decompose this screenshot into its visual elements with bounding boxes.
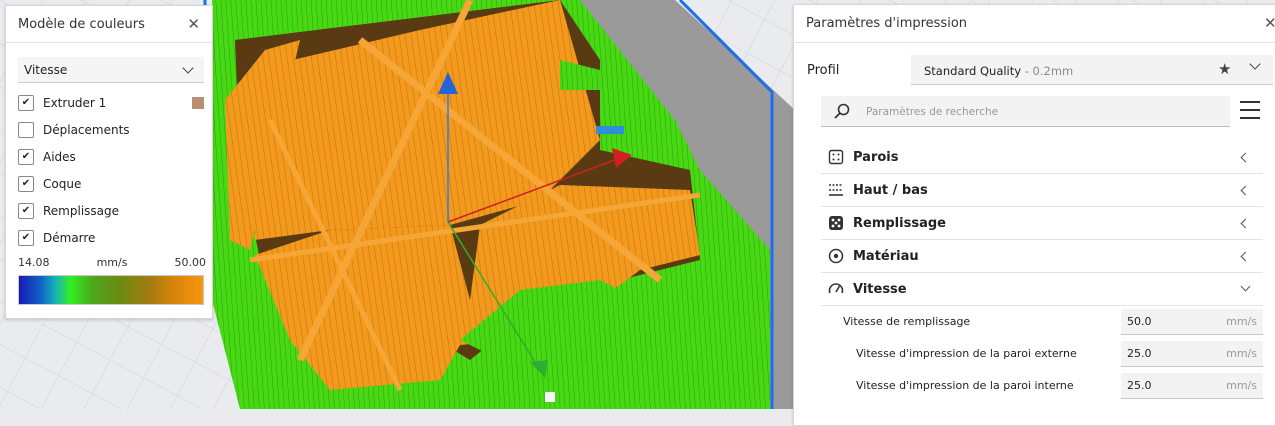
category-infill[interactable]: Remplissage bbox=[821, 207, 1263, 240]
legend-item-label: Démarre bbox=[43, 230, 96, 245]
chevron-down-icon bbox=[1249, 58, 1261, 70]
infill-icon bbox=[829, 216, 843, 230]
legend-item-label: Extruder 1 bbox=[43, 95, 107, 110]
setting-infill-speed: Vitesse de remplissage 50.0 mm/s bbox=[821, 306, 1263, 338]
chevron-down-icon bbox=[1240, 281, 1251, 292]
checkbox-shell[interactable]: ✔ bbox=[18, 175, 34, 192]
profile-dropdown[interactable]: Standard Quality - 0.2mm ★ bbox=[911, 55, 1273, 85]
color-scheme-legend: ✔ Extruder 1 Déplacements ✔ Aides ✔ Coqu… bbox=[18, 89, 206, 251]
chevron-left-icon bbox=[1240, 185, 1251, 196]
print-settings-panel: Paramètres d'impression ✕ Profil Standar… bbox=[793, 4, 1275, 426]
setting-inner-wall-speed: Vitesse d'impression de la paroi interne… bbox=[821, 370, 1263, 402]
checkbox-starts[interactable]: ✔ bbox=[18, 229, 34, 246]
close-icon[interactable]: ✕ bbox=[187, 16, 200, 32]
legend-item-extruder[interactable]: ✔ Extruder 1 bbox=[18, 89, 206, 116]
category-label: Haut / bas bbox=[853, 183, 928, 198]
chevron-down-icon bbox=[182, 61, 194, 74]
speed-icon bbox=[828, 283, 844, 294]
speed-min: 14.08 bbox=[18, 256, 50, 269]
color-scheme-panel: Modèle de couleurs ✕ Vitesse ✔ Extruder … bbox=[5, 5, 213, 319]
speed-gradient-bar bbox=[18, 275, 204, 305]
setting-unit: mm/s bbox=[1226, 379, 1257, 392]
setting-label: Vitesse d'impression de la paroi externe bbox=[856, 347, 1077, 360]
category-label: Vitesse bbox=[853, 282, 907, 297]
category-material[interactable]: Matériau bbox=[821, 240, 1263, 273]
legend-item-shell[interactable]: ✔ Coque bbox=[18, 170, 206, 197]
menu-icon[interactable] bbox=[1240, 101, 1260, 121]
search-placeholder: Paramètres de recherche bbox=[866, 106, 999, 118]
legend-item-travels[interactable]: Déplacements bbox=[18, 116, 206, 143]
setting-value: 25.0 bbox=[1127, 379, 1152, 392]
chevron-left-icon bbox=[1240, 251, 1251, 262]
color-scheme-mode-value: Vitesse bbox=[24, 62, 68, 77]
setting-value: 50.0 bbox=[1127, 315, 1152, 328]
speed-range: 14.08 mm/s 50.00 bbox=[18, 256, 206, 269]
checkbox-infill[interactable]: ✔ bbox=[18, 202, 34, 219]
settings-search-input[interactable]: Paramètres de recherche bbox=[821, 96, 1230, 127]
legend-item-infill[interactable]: ✔ Remplissage bbox=[18, 197, 206, 224]
color-scheme-title: Modèle de couleurs bbox=[18, 16, 145, 32]
chevron-left-icon bbox=[1240, 152, 1251, 163]
legend-item-label: Aides bbox=[43, 149, 76, 164]
settings-category-list: Parois Haut / bas Remplissage Matériau V… bbox=[821, 141, 1263, 416]
legend-item-label: Coque bbox=[43, 176, 82, 191]
category-speed[interactable]: Vitesse bbox=[821, 273, 1263, 306]
legend-item-label: Remplissage bbox=[43, 203, 120, 218]
checkbox-extruder[interactable]: ✔ bbox=[18, 94, 34, 111]
top-bottom-icon bbox=[829, 184, 843, 196]
walls-icon bbox=[828, 149, 844, 165]
setting-unit: mm/s bbox=[1226, 347, 1257, 360]
color-scheme-mode-dropdown[interactable]: Vitesse bbox=[18, 57, 204, 83]
category-label: Parois bbox=[853, 150, 899, 165]
print-settings-header: Paramètres d'impression bbox=[794, 5, 1275, 43]
category-walls[interactable]: Parois bbox=[821, 141, 1263, 174]
profile-value: Standard Quality - 0.2mm bbox=[924, 64, 1073, 78]
profile-layer-height: - 0.2mm bbox=[1021, 64, 1074, 78]
category-label: Remplissage bbox=[853, 216, 946, 231]
material-icon bbox=[828, 248, 844, 264]
legend-item-starts[interactable]: ✔ Démarre bbox=[18, 224, 206, 251]
category-travel-partial[interactable] bbox=[821, 402, 1263, 416]
inner-wall-speed-input[interactable]: 25.0 mm/s bbox=[1121, 373, 1263, 399]
star-icon[interactable]: ★ bbox=[1218, 60, 1231, 78]
infill-speed-input[interactable]: 50.0 mm/s bbox=[1121, 309, 1263, 335]
close-icon[interactable]: ✕ bbox=[1264, 16, 1275, 31]
profile-name: Standard Quality bbox=[924, 64, 1022, 78]
checkbox-helpers[interactable]: ✔ bbox=[18, 148, 34, 165]
category-top-bottom[interactable]: Haut / bas bbox=[821, 174, 1263, 207]
setting-label: Vitesse d'impression de la paroi interne bbox=[856, 379, 1074, 392]
legend-item-helpers[interactable]: ✔ Aides bbox=[18, 143, 206, 170]
profile-label: Profil bbox=[807, 63, 840, 78]
profile-row: Profil Standard Quality - 0.2mm ★ bbox=[794, 55, 1274, 85]
extruder-color-swatch bbox=[192, 97, 204, 109]
speed-unit: mm/s bbox=[96, 256, 128, 269]
print-settings-title: Paramètres d'impression bbox=[806, 16, 968, 31]
outer-wall-speed-input[interactable]: 25.0 mm/s bbox=[1121, 341, 1263, 367]
setting-value: 25.0 bbox=[1127, 347, 1152, 360]
color-scheme-header: Modèle de couleurs ✕ bbox=[6, 6, 212, 43]
search-icon bbox=[834, 103, 850, 119]
category-label: Matériau bbox=[853, 249, 919, 264]
speed-max: 50.00 bbox=[174, 256, 207, 269]
checkbox-travels[interactable] bbox=[18, 121, 34, 138]
setting-label: Vitesse de remplissage bbox=[843, 315, 971, 328]
setting-unit: mm/s bbox=[1226, 315, 1257, 328]
chevron-left-icon bbox=[1240, 218, 1251, 229]
legend-item-label: Déplacements bbox=[43, 122, 130, 137]
setting-outer-wall-speed: Vitesse d'impression de la paroi externe… bbox=[821, 338, 1263, 370]
